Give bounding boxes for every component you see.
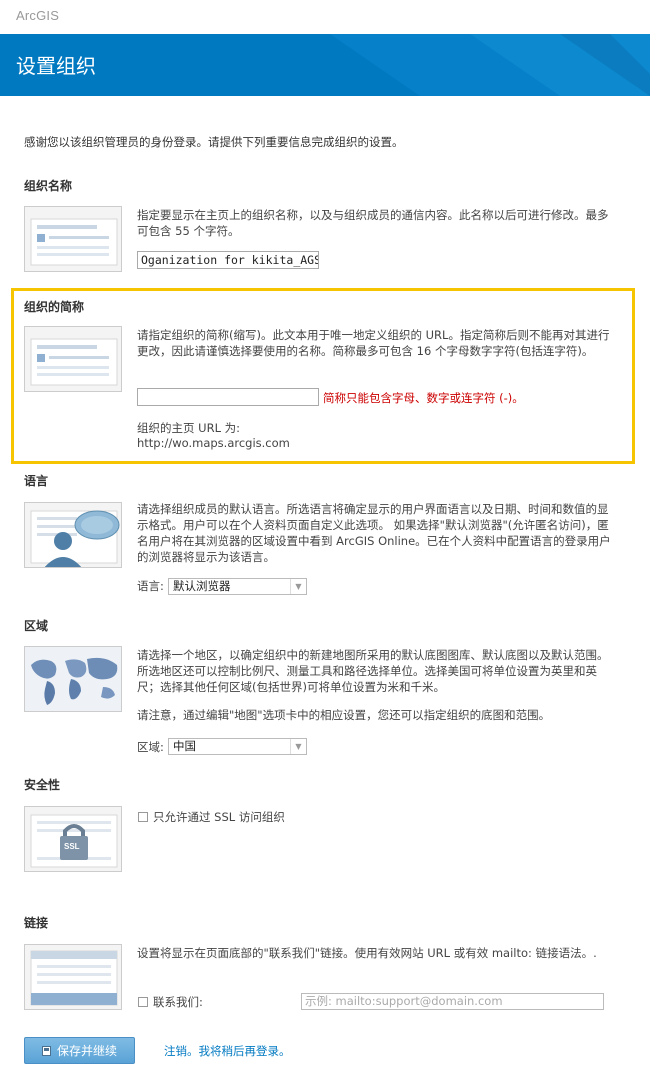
short-name-thumbnail [24,326,122,392]
language-select-value: 默认浏览器 [173,579,231,593]
short-name-title: 组织的简称 [24,300,85,314]
save-continue-button[interactable]: 保存并继续 [24,1037,135,1064]
save-icon [41,1045,51,1056]
org-name-title: 组织名称 [24,179,73,193]
region-description: 请选择一个地区，以确定组织中的新建地图所采用的默认底图图库、默认底图以及默认范围… [137,648,609,694]
banner-pattern [330,34,650,96]
region-thumbnail [24,646,122,712]
sign-out-link[interactable]: 注销。我将稍后再登录。 [164,1043,291,1059]
region-title: 区域 [24,619,49,633]
language-thumbnail [24,502,122,568]
links-thumbnail [24,944,122,1010]
security-title: 安全性 [24,778,61,792]
intro-text: 感谢您以该组织管理员的身份登录。请提供下列重要信息完成组织的设置。 [24,135,404,149]
contact-url-input[interactable]: 示例: mailto:support@domain.com [301,993,604,1010]
ssl-checkbox-label: 只允许通过 SSL 访问组织 [153,810,285,824]
security-thumbnail: SSL [24,806,122,872]
language-select-label: 语言: [137,579,164,593]
page-banner: 设置组织 [0,34,650,96]
links-description: 设置将显示在页面底部的"联系我们"链接。使用有效网站 URL 或有效 mailt… [137,946,597,960]
short-name-error: 简称只能包含字母、数字或连字符 (-)。 [323,391,524,405]
ssl-checkbox[interactable] [138,812,148,822]
ssl-badge: SSL [64,842,80,851]
org-name-input[interactable]: Oganization for kikita_AGSOL_ [137,251,319,269]
region-note: 请注意，通过编辑"地图"选项卡中的相应设置，您还可以指定组织的底图和范围。 [137,708,551,722]
links-title: 链接 [24,916,49,930]
org-name-description: 指定要显示在主页上的组织名称，以及与组织成员的通信内容。此名称以后可进行修改。最… [137,208,609,238]
homepage-url-value: http://wo.maps.arcgis.com [137,436,290,450]
homepage-url-label: 组织的主页 URL 为: [137,421,240,435]
chevron-down-icon[interactable]: ▼ [290,739,306,754]
language-title: 语言 [24,474,49,488]
contact-us-checkbox[interactable] [138,997,148,1007]
page-title: 设置组织 [16,54,96,78]
arcgis-logo[interactable]: ArcGIS [16,8,59,23]
region-select-value: 中国 [173,739,196,753]
region-select[interactable]: 中国 ▼ [168,738,307,755]
save-continue-label: 保存并继续 [56,1044,117,1058]
top-bar: ArcGIS [0,0,650,34]
contact-us-label: 联系我们: [153,995,203,1009]
short-name-input[interactable] [137,388,319,406]
region-select-label: 区域: [137,740,164,754]
org-name-thumbnail [24,206,122,272]
language-description: 请选择组织成员的默认语言。所选语言将确定显示的用户界面语言以及日期、时间和数值的… [137,502,611,564]
language-select[interactable]: 默认浏览器 ▼ [168,578,307,595]
short-name-description: 请指定组织的简称(缩写)。此文本用于唯一地定义组织的 URL。指定简称后则不能再… [137,328,610,358]
chevron-down-icon[interactable]: ▼ [290,579,306,594]
